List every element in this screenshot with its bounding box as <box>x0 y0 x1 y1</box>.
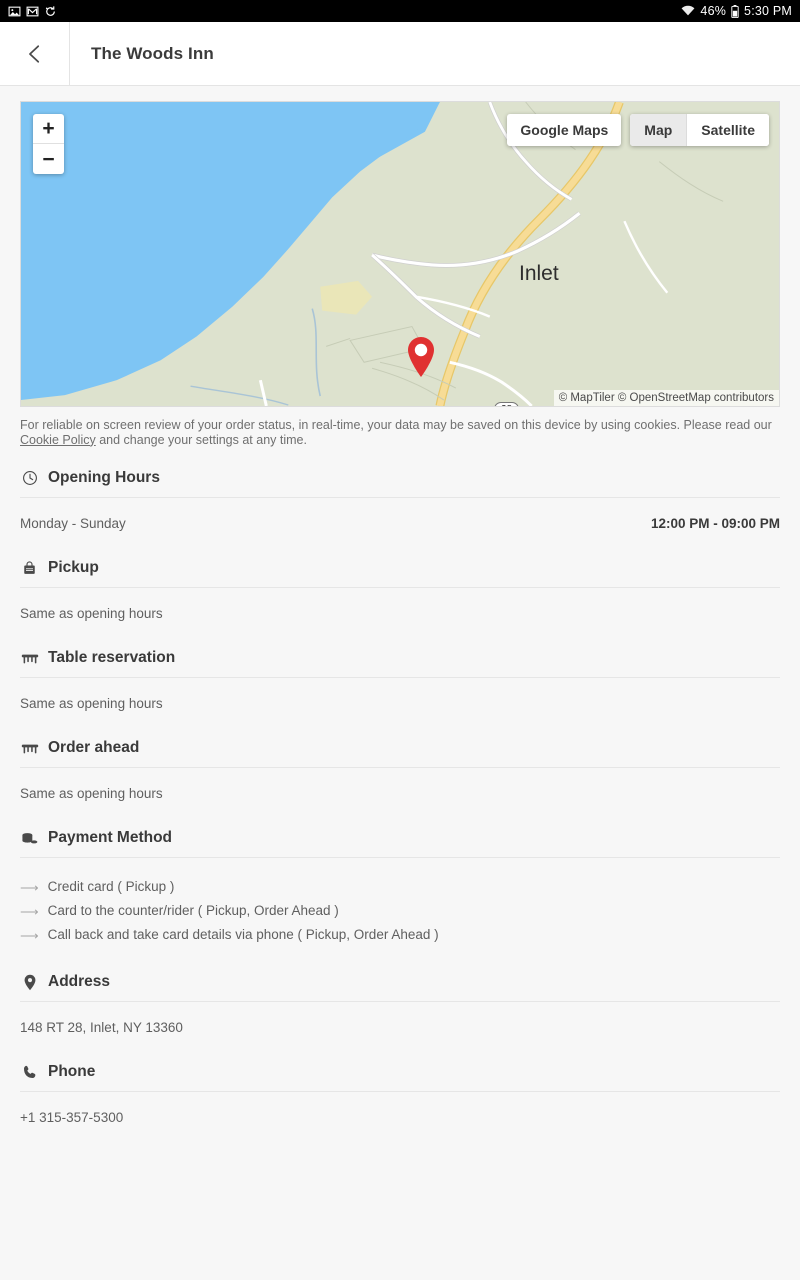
section-header-table-reservation: Table reservation <box>20 627 780 679</box>
list-item: ⟶ Call back and take card details via ph… <box>20 923 780 947</box>
map-zoom-controls[interactable]: + − <box>33 114 64 174</box>
cookie-notice-text-before: For reliable on screen review of your or… <box>20 418 772 432</box>
mail-icon <box>26 5 39 18</box>
section-title-payment-method: Payment Method <box>48 829 173 847</box>
battery-icon <box>731 4 739 18</box>
section-header-payment-method: Payment Method <box>20 807 780 859</box>
status-bar-right: 46% 5:30 PM <box>681 4 792 18</box>
status-bar-left-icons <box>8 5 57 18</box>
map-type-satellite[interactable]: Satellite <box>686 114 769 146</box>
arrow-right-icon: ⟶ <box>20 927 39 943</box>
section-header-opening-hours: Opening Hours <box>20 447 780 499</box>
shopping-bag-icon <box>20 560 39 576</box>
battery-percent: 46% <box>700 4 727 18</box>
clock-icon <box>20 470 39 486</box>
map-container[interactable]: Inlet Inlet Police 28 ♟ ♟ ★ + − Google M… <box>20 101 780 407</box>
arrow-right-icon: ⟶ <box>20 903 39 919</box>
section-title-order-ahead: Order ahead <box>48 739 140 757</box>
info-sections: Opening Hours Monday - Sunday 12:00 PM -… <box>20 447 780 1131</box>
wifi-icon <box>681 5 695 17</box>
section-title-phone: Phone <box>48 1063 96 1081</box>
payment-method-list: ⟶ Credit card ( Pickup ) ⟶ Card to the c… <box>20 858 780 951</box>
section-title-table-reservation: Table reservation <box>48 649 176 667</box>
section-header-address: Address <box>20 951 780 1003</box>
payment-method-label: Call back and take card details via phon… <box>47 927 439 943</box>
status-bar: 46% 5:30 PM <box>0 0 800 22</box>
list-item: ⟶ Card to the counter/rider ( Pickup, Or… <box>20 899 780 923</box>
image-icon <box>8 5 21 18</box>
zoom-in-button[interactable]: + <box>33 114 64 144</box>
section-header-pickup: Pickup <box>20 537 780 589</box>
table-icon <box>20 651 39 665</box>
table-icon <box>20 741 39 755</box>
map-type-toggle: Map Satellite <box>630 114 769 146</box>
pickup-hours: Same as opening hours <box>20 606 163 622</box>
cookie-notice: For reliable on screen review of your or… <box>20 418 780 447</box>
payment-method-label: Card to the counter/rider ( Pickup, Orde… <box>47 903 339 919</box>
map-attribution: © MapTiler © OpenStreetMap contributors <box>553 390 779 406</box>
page-content: Inlet Inlet Police 28 ♟ ♟ ★ + − Google M… <box>0 101 800 1280</box>
cookie-policy-link[interactable]: Cookie Policy <box>20 433 96 447</box>
opening-hours-time: 12:00 PM - 09:00 PM <box>650 516 780 532</box>
payment-method-label: Credit card ( Pickup ) <box>47 879 175 895</box>
arrow-right-icon: ⟶ <box>20 879 39 895</box>
app-bar: The Woods Inn <box>0 22 800 86</box>
map-view-controls: Google Maps Map Satellite <box>507 114 769 146</box>
cookie-notice-text-after: and change your settings at any time. <box>95 432 307 447</box>
map-type-map[interactable]: Map <box>630 114 687 146</box>
map-canvas <box>21 102 779 406</box>
section-header-phone: Phone <box>20 1041 780 1093</box>
phone-value: +1 315-357-5300 <box>20 1110 124 1126</box>
table-reservation-hours: Same as opening hours <box>20 696 163 712</box>
chevron-left-icon <box>28 44 39 63</box>
section-header-order-ahead: Order ahead <box>20 717 780 769</box>
opening-hours-days: Monday - Sunday <box>20 516 126 532</box>
page-title: The Woods Inn <box>91 43 214 63</box>
address-value: 148 RT 28, Inlet, NY 13360 <box>20 1020 183 1036</box>
back-button[interactable] <box>0 22 70 85</box>
page-title-wrap: The Woods Inn <box>70 22 214 85</box>
zoom-out-button[interactable]: − <box>33 144 64 174</box>
phone-icon <box>20 1064 39 1080</box>
section-title-pickup: Pickup <box>48 559 99 577</box>
cash-icon <box>20 831 39 846</box>
order-ahead-hours: Same as opening hours <box>20 786 163 802</box>
map-pin-icon <box>20 974 39 991</box>
sync-icon <box>44 5 57 18</box>
list-item: ⟶ Credit card ( Pickup ) <box>20 875 780 899</box>
section-title-opening-hours: Opening Hours <box>48 469 160 487</box>
opening-hours-row: Monday - Sunday 12:00 PM - 09:00 PM <box>20 498 780 537</box>
section-title-address: Address <box>48 973 111 991</box>
clock-time: 5:30 PM <box>744 4 792 18</box>
google-maps-button[interactable]: Google Maps <box>507 114 622 146</box>
